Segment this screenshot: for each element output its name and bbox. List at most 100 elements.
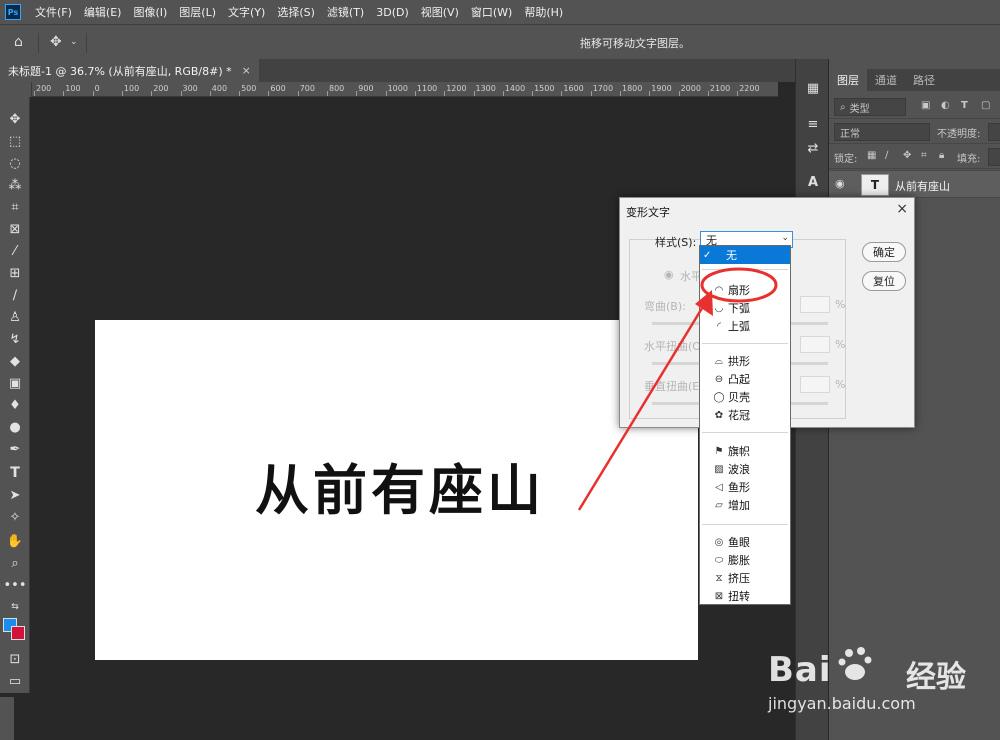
more-tools-icon[interactable]: ••• — [0, 575, 30, 595]
hand-tool-icon[interactable]: ✋ — [0, 531, 30, 551]
style-option-label: 贝壳 — [728, 391, 750, 404]
zoom-tool-icon[interactable]: ⌕ — [0, 553, 30, 573]
blur-tool-icon[interactable]: ♦ — [0, 395, 30, 415]
bend-field[interactable] — [800, 296, 830, 313]
background-color-swatch[interactable] — [11, 626, 25, 640]
ruler-tick-label: 100 — [123, 84, 140, 93]
ruler-tick-mark — [678, 91, 680, 96]
chevron-down-icon[interactable]: ⌄ — [70, 37, 78, 47]
style-option-fish[interactable]: ◁ 鱼形 — [700, 478, 790, 496]
home-icon[interactable]: ⌂ — [14, 34, 23, 50]
layer-name[interactable]: 从前有座山 — [895, 178, 950, 194]
style-option-label: 上弧 — [728, 320, 750, 333]
frame-tool-icon[interactable]: ⊠ — [0, 219, 30, 239]
style-option-arc-upper[interactable]: ◜ 上弧 — [700, 317, 790, 335]
lock-position-icon[interactable]: ✥ — [903, 150, 911, 161]
history-panel-icon[interactable]: ▦ — [804, 79, 822, 97]
adjustments-panel-icon[interactable]: ⇄ — [804, 139, 822, 157]
style-option-squeeze[interactable]: ⧖ 挤压 — [700, 569, 790, 587]
lock-all-icon[interactable]: 🔒︎ — [939, 150, 944, 161]
gradient-tool-icon[interactable]: ▣ — [0, 373, 30, 393]
filter-adjustment-icon[interactable]: ◐ — [941, 100, 950, 111]
brush-panel-icon[interactable]: ≡ — [804, 115, 822, 133]
close-icon[interactable]: × — [242, 64, 251, 77]
menu-edit[interactable]: 编辑(E) — [84, 4, 122, 20]
ruler-corner — [0, 82, 32, 97]
opacity-field[interactable] — [988, 123, 1000, 141]
brush-tool-icon[interactable]: ∕ — [0, 285, 30, 305]
ok-button[interactable]: 确定 — [862, 242, 906, 262]
style-option-bulge[interactable]: ⊖ 凸起 — [700, 370, 790, 388]
lasso-tool-icon[interactable]: ◌ — [0, 153, 30, 173]
vertical-distort-field[interactable] — [800, 376, 830, 393]
vertical-distort-percent: % — [835, 378, 846, 391]
style-option-twist[interactable]: ⊠ 扭转 — [700, 587, 790, 605]
magic-wand-tool-icon[interactable]: ⁂ — [0, 175, 30, 195]
marquee-tool-icon[interactable]: ⬚ — [0, 131, 30, 151]
layer-filter-row: ⌕ 类型 ▣ ◐ T ▢ — [829, 95, 1000, 119]
history-brush-tool-icon[interactable]: ↯ — [0, 329, 30, 349]
menu-image[interactable]: 图像(I) — [133, 4, 167, 20]
character-panel-icon[interactable]: A — [804, 173, 822, 191]
ruler-tick-mark — [34, 91, 35, 96]
fill-field[interactable] — [988, 148, 1000, 166]
style-option-flag[interactable]: ⚑ 旗帜 — [700, 442, 790, 460]
menu-file[interactable]: 文件(F) — [35, 4, 72, 20]
menu-type[interactable]: 文字(Y) — [228, 4, 265, 20]
lock-image-icon[interactable]: ∕ — [885, 150, 888, 161]
tab-paths[interactable]: 路径 — [905, 69, 943, 91]
eraser-tool-icon[interactable]: ◆ — [0, 351, 30, 371]
eye-icon[interactable]: ◉ — [835, 177, 845, 190]
layer-row[interactable]: ◉ T 从前有座山 — [829, 170, 1000, 198]
shape-tool-icon[interactable]: ✧ — [0, 507, 30, 527]
tab-channels[interactable]: 通道 — [867, 69, 905, 91]
stamp-tool-icon[interactable]: ♙ — [0, 307, 30, 327]
orientation-radio-icon[interactable]: ◉ — [664, 268, 674, 281]
menu-layer[interactable]: 图层(L) — [179, 4, 216, 20]
style-option-arch[interactable]: ⌓ 拱形 — [700, 352, 790, 370]
close-icon[interactable]: × — [896, 201, 908, 217]
lock-transparent-icon[interactable]: ▦ — [867, 150, 876, 161]
menu-select[interactable]: 选择(S) — [277, 4, 315, 20]
style-option-flower[interactable]: ✿ 花冠 — [700, 406, 790, 424]
style-option-arc[interactable]: ◠ 扇形 — [700, 281, 790, 299]
tab-layers[interactable]: 图层 — [829, 69, 867, 91]
document-canvas[interactable]: 从前有座山 — [95, 320, 698, 660]
swap-colors-icon[interactable]: ⇆ — [0, 597, 30, 617]
style-option-wave[interactable]: ▨ 波浪 — [700, 460, 790, 478]
menu-3d[interactable]: 3D(D) — [376, 6, 409, 19]
path-select-tool-icon[interactable]: ➤ — [0, 485, 30, 505]
style-option-arc-lower[interactable]: ◡ 下弧 — [700, 299, 790, 317]
blend-mode-select[interactable]: 正常 — [834, 123, 930, 141]
eyedropper-tool-icon[interactable]: ⁄ — [0, 241, 30, 261]
move-icon[interactable]: ✥ — [50, 34, 62, 50]
layer-filter-select[interactable]: ⌕ 类型 — [834, 98, 906, 116]
style-option-rise[interactable]: ▱ 增加 — [700, 496, 790, 514]
filter-pixel-icon[interactable]: ▣ — [921, 100, 930, 111]
menu-help[interactable]: 帮助(H) — [524, 4, 563, 20]
screen-mode-icon[interactable]: ▭ — [0, 671, 30, 691]
type-tool-icon[interactable]: T — [0, 463, 30, 483]
style-option-none[interactable]: ✓ 无 — [700, 246, 790, 264]
style-option-label: 旗帜 — [728, 445, 750, 458]
healing-tool-icon[interactable]: ⊞ — [0, 263, 30, 283]
menu-window[interactable]: 窗口(W) — [471, 4, 512, 20]
filter-type-icon[interactable]: T — [961, 100, 968, 111]
style-option-shell[interactable]: ◯ 贝壳 — [700, 388, 790, 406]
ruler-tick-label: 2100 — [709, 84, 731, 93]
filter-shape-icon[interactable]: ▢ — [981, 100, 990, 111]
quick-mask-icon[interactable]: ⊡ — [0, 649, 30, 669]
menu-filter[interactable]: 滤镜(T) — [327, 4, 364, 20]
canvas-text-layer[interactable]: 从前有座山 — [255, 446, 545, 525]
style-option-fisheye[interactable]: ◎ 鱼眼 — [700, 533, 790, 551]
move-tool-icon[interactable]: ✥ — [0, 109, 30, 129]
dodge-tool-icon[interactable]: ● — [0, 417, 30, 437]
menu-view[interactable]: 视图(V) — [421, 4, 459, 20]
horizontal-distort-field[interactable] — [800, 336, 830, 353]
pen-tool-icon[interactable]: ✒ — [0, 439, 30, 459]
style-option-inflate[interactable]: ⬭ 膨胀 — [700, 551, 790, 569]
reset-button[interactable]: 复位 — [862, 271, 906, 291]
document-tab[interactable]: 未标题-1 @ 36.7% (从前有座山, RGB/8#) * × — [0, 59, 259, 82]
crop-tool-icon[interactable]: ⌗ — [0, 197, 30, 217]
lock-artboard-icon[interactable]: ⌗ — [921, 150, 927, 161]
